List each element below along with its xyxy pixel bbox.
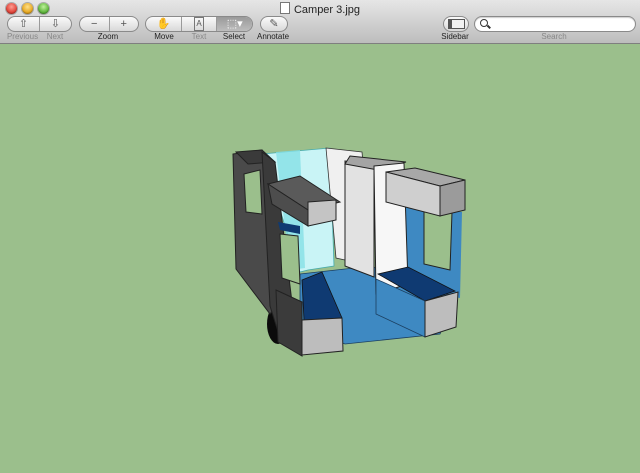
annotate-control: ✎ — [260, 16, 288, 32]
search-icon — [480, 19, 488, 27]
search-field[interactable] — [474, 16, 636, 32]
search-input[interactable] — [491, 17, 631, 31]
previous-button[interactable]: ⇧ — [8, 17, 39, 31]
sidebar-label: Sidebar — [441, 32, 469, 41]
left-window-front — [243, 169, 263, 215]
previous-label: Previous — [6, 32, 39, 41]
preview-window: Camper 3.jpg ⇧ ⇩ Previous Next − + Zoom — [0, 0, 640, 473]
zoom-out-button[interactable]: − — [80, 17, 109, 31]
camper-render-image — [232, 147, 466, 357]
marquee-icon: ⬚▾ — [226, 18, 243, 30]
partition-front — [344, 160, 375, 278]
text-label: Text — [191, 32, 207, 41]
select-tool-button[interactable]: ⬚▾ — [216, 17, 252, 31]
move-tool-button[interactable]: ✋ — [146, 17, 181, 31]
left-lower-panel — [275, 289, 303, 357]
sidebar-icon — [447, 19, 465, 29]
minus-icon: − — [91, 18, 98, 30]
move-label: Move — [154, 32, 174, 41]
plus-icon: + — [120, 18, 127, 30]
text-tool-button[interactable]: A — [180, 17, 217, 31]
back-window — [423, 206, 453, 271]
annotate-label: Annotate — [256, 32, 290, 41]
image-canvas[interactable] — [0, 44, 640, 473]
zoom-label: Zoom — [97, 32, 119, 41]
sidebar-button[interactable] — [444, 17, 468, 31]
document-icon — [279, 2, 290, 14]
search-label: Search — [541, 32, 567, 41]
left-window-rear — [279, 233, 301, 285]
hand-icon: ✋ — [156, 18, 171, 30]
prev-next-control: ⇧ ⇩ — [7, 16, 72, 32]
annotate-button[interactable]: ✎ — [261, 17, 287, 31]
text-cursor-icon: A — [194, 17, 204, 31]
zoom-control: − + — [79, 16, 139, 32]
next-button[interactable]: ⇩ — [39, 17, 71, 31]
up-arrow-icon: ⇧ — [18, 18, 29, 30]
down-arrow-icon: ⇩ — [50, 18, 61, 30]
left-bench-end — [301, 317, 344, 356]
toolbar: Camper 3.jpg ⇧ ⇩ Previous Next − + Zoom — [0, 0, 640, 44]
zoom-in-button[interactable]: + — [108, 17, 139, 31]
window-title: Camper 3.jpg — [0, 2, 640, 17]
pencil-icon: ✎ — [269, 18, 279, 30]
next-label: Next — [46, 32, 64, 41]
sidebar-control — [443, 16, 469, 32]
tool-mode-control: ✋ A ⬚▾ — [145, 16, 253, 32]
upper-cabinet-side — [439, 179, 466, 217]
select-label: Select — [222, 32, 246, 41]
